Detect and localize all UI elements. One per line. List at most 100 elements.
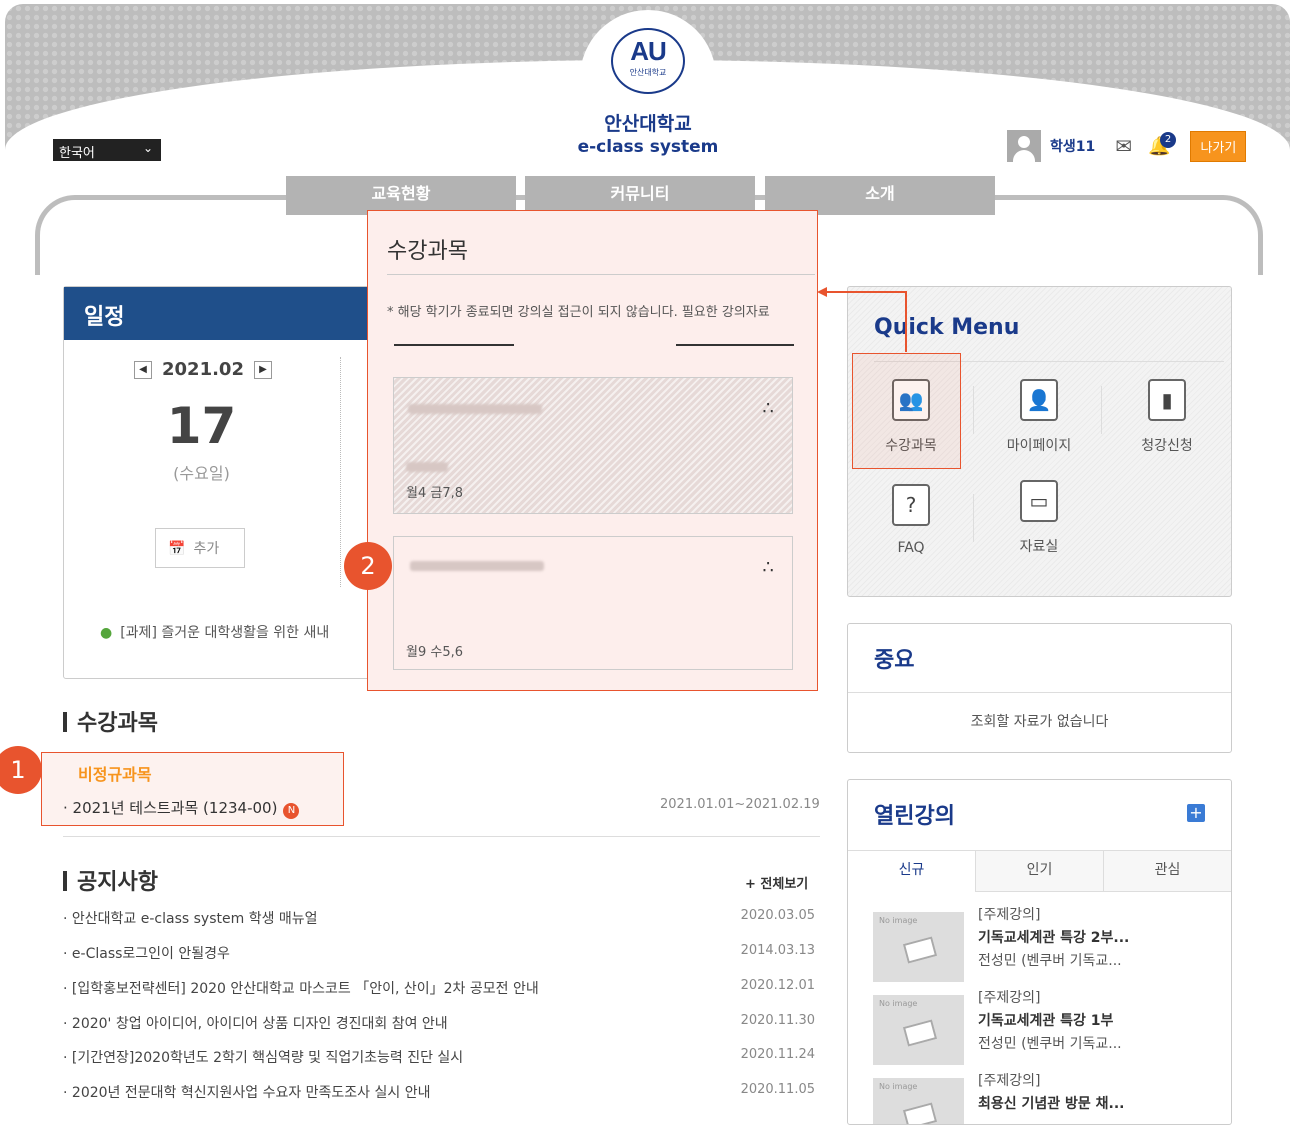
lecture-category: [주제강의] — [978, 990, 1041, 1006]
course-item[interactable]: · 2021년 테스트과목 (1234-00) N — [63, 797, 300, 819]
divider — [63, 836, 820, 837]
quick-item-label: FAQ — [897, 540, 925, 556]
quick-item-mypage[interactable]: 👤 마이페이지 — [984, 379, 1094, 455]
task-text: [과제] 즐거운 대학생활을 위한 새내 — [120, 625, 330, 641]
notification-count: 2 — [1160, 131, 1177, 148]
no-image-label: No image — [879, 999, 918, 1008]
course-title-blurred — [410, 561, 544, 571]
quick-item-label: 자료실 — [1019, 539, 1059, 555]
quick-item-label: 마이페이지 — [1006, 438, 1072, 454]
lecture-text: [주제강의] 기독교세계관 특강 1부 전성민 (벤쿠버 기독교... — [978, 987, 1122, 1056]
notice-title: e-Class로그인이 안될경우 — [71, 946, 230, 962]
lecture-title: 최용신 기념관 방문 채... — [978, 1096, 1125, 1112]
tab-new[interactable]: 신규 — [848, 851, 976, 892]
course-card[interactable]: ∴ 월4 금7,8 — [393, 377, 793, 514]
lecture-title: 기독교세계관 특강 2부... — [978, 930, 1130, 946]
quick-item-label: 청강신청 — [1141, 438, 1193, 454]
edit-icon[interactable]: ∴ — [763, 398, 774, 419]
lecture-thumbnail: No image — [873, 912, 964, 982]
notice-row[interactable]: · 2020' 창업 아이디어, 아이디어 상품 디자인 경진대회 참여 안내 2… — [63, 1013, 820, 1033]
no-image-label: No image — [879, 916, 918, 925]
courses-title: 수강과목 — [63, 705, 158, 737]
important-title: 중요 — [874, 648, 915, 673]
add-schedule-button[interactable]: 📅 추가 — [155, 528, 245, 568]
notice-date: 2020.11.30 — [740, 1013, 815, 1028]
add-label: 추가 — [193, 541, 220, 557]
divider — [340, 357, 341, 587]
open-lectures-title: 열린강의 — [874, 804, 955, 829]
faq-icon: ? — [892, 484, 930, 526]
notice-row[interactable]: · 안산대학교 e-class system 학생 매뉴얼 2020.03.05 — [63, 908, 820, 928]
system-name: e-class system — [577, 137, 719, 157]
course-info-blurred — [406, 462, 448, 472]
site-name[interactable]: 안산대학교 e-class system — [560, 112, 736, 158]
notice-date: 2020.03.05 — [740, 908, 815, 923]
lecture-item[interactable]: No image [주제강의] 기독교세계관 특강 2부... 전성민 (벤쿠버… — [873, 904, 1213, 982]
avatar[interactable] — [1007, 130, 1041, 162]
notices-title: 공지사항 — [63, 864, 158, 896]
university-logo[interactable]: AU 안산대학교 — [611, 28, 685, 94]
add-icon[interactable]: + — [1187, 804, 1205, 822]
notice-date: 2020.12.01 — [740, 978, 815, 993]
divider — [973, 386, 974, 434]
quick-item-audit[interactable]: ▮ 청강신청 — [1112, 379, 1222, 455]
next-month-icon[interactable]: ▶ — [253, 360, 272, 379]
divider — [676, 344, 794, 346]
lecture-thumbnail: No image — [873, 1078, 964, 1124]
notice-date: 2020.11.24 — [740, 1047, 815, 1062]
course-card[interactable]: ∴ 월9 수5,6 — [393, 536, 793, 670]
notice-row[interactable]: · [입학홍보전략센터] 2020 안산대학교 마스코트 「안이, 산이」2차 … — [63, 978, 820, 998]
image-placeholder-icon — [902, 1102, 938, 1124]
notice-row[interactable]: · e-Class로그인이 안될경우 2014.03.13 — [63, 943, 820, 963]
important-panel: 중요 조회할 자료가 없습니다 — [847, 623, 1232, 753]
view-all-link[interactable]: + 전체보기 — [745, 873, 808, 892]
notice-row[interactable]: · [기간연장]2020학년도 2학기 핵심역량 및 직업기초능력 진단 실시 2… — [63, 1047, 820, 1067]
user-name[interactable]: 학생11 — [1050, 136, 1095, 156]
new-badge: N — [283, 803, 300, 819]
bell-icon[interactable]: 🔔 2 — [1148, 131, 1177, 157]
quick-item-highlight — [852, 353, 961, 469]
bullet-icon: ● — [100, 625, 113, 641]
lecture-text: [주제강의] 최용신 기념관 방문 채... — [978, 1070, 1125, 1116]
notice-date: 2020.11.05 — [740, 1082, 815, 1097]
notice-date: 2014.03.13 — [740, 943, 815, 958]
course-schedule: 월9 수5,6 — [406, 645, 463, 660]
course-category: 비정규과목 — [78, 765, 152, 784]
step-marker-2: 2 — [344, 542, 392, 590]
lecture-category: [주제강의] — [978, 907, 1041, 923]
tab-interest[interactable]: 관심 — [1104, 851, 1231, 892]
notice-row[interactable]: · 2020년 전문대학 혁신지원사업 수요자 만족도조사 실시 안내 2020.… — [63, 1082, 820, 1102]
month-navigator: ◀ 2021.02 ▶ — [124, 359, 282, 380]
courses-popup: 수강과목 * 해당 학기가 종료되면 강의실 접근이 되지 않습니다. 필요한 … — [367, 210, 818, 691]
course-period: 2021.01.01~2021.02.19 — [660, 797, 820, 812]
lecture-author: 전성민 (벤쿠버 기독교... — [978, 953, 1122, 969]
mail-icon[interactable]: ✉ — [1115, 134, 1132, 158]
schedule-task[interactable]: ● [과제] 즐거운 대학생활을 위한 새내 — [100, 622, 329, 642]
lecture-thumbnail: No image — [873, 995, 964, 1065]
step-marker-1: 1 — [0, 746, 42, 794]
lecture-item[interactable]: No image [주제강의] 최용신 기념관 방문 채... — [873, 1070, 1213, 1124]
archive-icon: ▭ — [1020, 480, 1058, 522]
quick-item-archive[interactable]: ▭ 자료실 — [984, 480, 1094, 556]
book-icon: ▮ — [1148, 379, 1186, 421]
notice-title: 2020년 전문대학 혁신지원사업 수요자 만족도조사 실시 안내 — [71, 1085, 431, 1101]
quick-item-faq[interactable]: ? FAQ — [856, 484, 966, 556]
language-select[interactable]: 한국어 ⌄ — [53, 139, 161, 161]
prev-month-icon[interactable]: ◀ — [134, 360, 152, 379]
lecture-item[interactable]: No image [주제강의] 기독교세계관 특강 1부 전성민 (벤쿠버 기독… — [873, 987, 1213, 1065]
lecture-title: 기독교세계관 특강 1부 — [978, 1013, 1114, 1029]
no-image-label: No image — [879, 1082, 918, 1091]
current-weekday: (수요일) — [173, 464, 230, 483]
popup-notice: * 해당 학기가 종료되면 강의실 접근이 되지 않습니다. 필요한 강의자료 — [387, 305, 770, 320]
lecture-category: [주제강의] — [978, 1073, 1041, 1089]
image-placeholder-icon — [902, 936, 938, 964]
logout-button[interactable]: 나가기 — [1190, 130, 1247, 162]
tab-popular[interactable]: 인기 — [976, 851, 1104, 892]
user-bar: 학생11 ✉ 🔔 2 나가기 — [1007, 130, 1247, 162]
edit-icon[interactable]: ∴ — [763, 557, 774, 578]
divider — [973, 494, 974, 542]
schedule-title: 일정 — [64, 287, 382, 340]
notice-title: [기간연장]2020학년도 2학기 핵심역량 및 직업기초능력 진단 실시 — [71, 1050, 464, 1066]
notice-title: 안산대학교 e-class system 학생 매뉴얼 — [71, 911, 318, 927]
lecture-text: [주제강의] 기독교세계관 특강 2부... 전성민 (벤쿠버 기독교... — [978, 904, 1129, 973]
